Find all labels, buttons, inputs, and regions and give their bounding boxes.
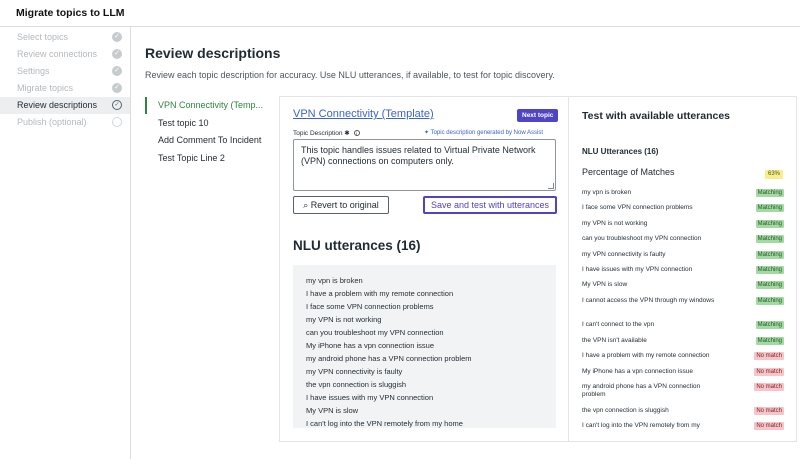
utterance-item: can you troubleshoot my VPN connection: [306, 328, 444, 337]
check-circle-icon: ✓: [112, 32, 122, 42]
generated-note: ✦ Topic description generated by Now Ass…: [424, 129, 543, 136]
save-and-test-button[interactable]: Save and test with utterances: [423, 196, 557, 214]
progress-circle-icon: ✓: [112, 100, 122, 110]
test-utterances-panel: Test with available utterances NLU Utter…: [568, 96, 797, 442]
sparkle-icon: ✦: [424, 130, 430, 136]
step-settings[interactable]: Settings ✓: [0, 63, 130, 80]
result-utterance: My iPhone has a vpn connection issue: [582, 368, 693, 375]
step-select-topics[interactable]: Select topics ✓: [0, 29, 130, 46]
description-text: This topic handles issues related to Vir…: [301, 145, 536, 166]
match-status-badge: No match: [754, 368, 784, 376]
utterance-item: My iPhone has a vpn connection issue: [306, 341, 434, 350]
match-status-badge: Matching: [755, 266, 784, 274]
nlu-utterance-count: NLU Utterances (16): [582, 147, 659, 156]
page-subtitle: Review each topic description for accura…: [145, 70, 555, 80]
topic-item-test-topic-10[interactable]: Test topic 10: [145, 115, 270, 132]
empty-circle-icon: [112, 117, 122, 127]
result-utterance: I have a problem with my remote connecti…: [582, 352, 710, 359]
steps-sidebar: Select topics ✓ Review connections ✓ Set…: [0, 27, 131, 459]
check-circle-icon: ✓: [112, 66, 122, 76]
description-editor-panel: VPN Connectivity (Template) Next topic T…: [279, 96, 568, 442]
utterance-item: My VPN is slow: [306, 406, 359, 415]
match-status-badge: No match: [754, 352, 784, 360]
utterance-list[interactable]: my vpn is broken I have a problem with m…: [293, 265, 556, 428]
match-status-badge: Matching: [755, 297, 784, 305]
result-utterance: can you troubleshoot my VPN connection: [582, 235, 702, 242]
result-utterance: I can't connect to the vpn: [582, 321, 655, 328]
step-review-descriptions[interactable]: Review descriptions ✓: [0, 97, 130, 114]
step-label: Settings: [17, 66, 50, 76]
topic-label: Add Comment To Incident: [158, 135, 262, 145]
utterance-item: I face some VPN connection problems: [306, 302, 434, 311]
match-percentage-badge: 63%: [765, 170, 784, 179]
step-label: Review descriptions: [17, 100, 98, 110]
result-utterance: my VPN connectivity is faulty: [582, 251, 666, 258]
result-utterance: the vpn connection is sluggish: [582, 407, 669, 414]
step-label: Select topics: [17, 32, 69, 42]
result-utterance: my android phone has a VPN connection pr…: [582, 383, 701, 398]
match-status-badge: Matching: [755, 251, 784, 259]
match-status-badge: No match: [754, 422, 784, 430]
topic-item-test-topic-line-2[interactable]: Test Topic Line 2: [145, 150, 270, 167]
step-publish[interactable]: Publish (optional): [0, 114, 130, 131]
result-utterance: I face some VPN connection problems: [582, 204, 693, 211]
match-status-badge: Matching: [755, 235, 784, 243]
app-title: Migrate topics to LLM: [16, 7, 125, 19]
revert-to-original-button[interactable]: ⌕ Revert to original: [293, 196, 389, 214]
next-topic-button[interactable]: Next topic: [517, 109, 559, 122]
topic-label: Test topic 10: [158, 118, 209, 128]
match-status-badge: Matching: [755, 204, 784, 212]
page-title: Review descriptions: [145, 45, 281, 61]
match-status-badge: Matching: [755, 189, 784, 197]
description-label: Topic Description ✱ i: [293, 129, 360, 137]
generated-note-text: Topic description generated by Now Assis…: [430, 130, 543, 136]
utterance-item: I have a problem with my remote connecti…: [306, 289, 454, 298]
info-icon[interactable]: i: [353, 130, 360, 136]
revert-icon: ⌕: [303, 200, 309, 210]
result-utterance: my VPN is not working: [582, 220, 648, 227]
match-status-badge: Matching: [755, 220, 784, 228]
topic-item-add-comment[interactable]: Add Comment To Incident: [145, 132, 270, 149]
result-utterance: my vpn is broken: [582, 189, 632, 196]
match-percentage-label: Percentage of Matches: [582, 167, 675, 177]
result-utterance: I cannot access the VPN through my windo…: [582, 297, 715, 304]
utterance-item: my android phone has a VPN connection pr…: [306, 354, 472, 363]
utterance-item: my vpn is broken: [306, 276, 363, 285]
match-status-badge: Matching: [755, 281, 784, 289]
description-textarea[interactable]: This topic handles issues related to Vir…: [293, 139, 556, 191]
result-utterance: I can't log into the VPN remotely from m…: [582, 422, 700, 429]
test-panel-title: Test with available utterances: [582, 110, 731, 122]
step-label: Review connections: [17, 49, 98, 59]
step-migrate-topics[interactable]: Migrate topics ✓: [0, 80, 130, 97]
resize-handle-icon[interactable]: [548, 183, 554, 189]
required-mark: ✱: [344, 130, 350, 137]
revert-label: Revert to original: [310, 200, 379, 210]
utterance-item: my VPN is not working: [306, 315, 382, 324]
result-utterance: the VPN isn't available: [582, 337, 647, 344]
utterance-item: I can't log into the VPN remotely from m…: [306, 419, 463, 428]
match-status-badge: Matching: [755, 321, 784, 329]
match-status-badge: No match: [754, 407, 784, 415]
utterance-item: the vpn connection is sluggish: [306, 380, 407, 389]
topic-item-vpn-connectivity[interactable]: VPN Connectivity (Temp...: [145, 97, 270, 114]
match-status-badge: No match: [754, 383, 784, 391]
nlu-utterances-title: NLU utterances (16): [293, 238, 421, 253]
result-utterance: My VPN is slow: [582, 281, 628, 288]
check-circle-icon: ✓: [112, 49, 122, 59]
step-label: Migrate topics: [17, 83, 74, 93]
topic-name-link[interactable]: VPN Connectivity (Template): [293, 108, 434, 120]
check-circle-icon: ✓: [112, 83, 122, 93]
description-label-text: Topic Description: [293, 130, 343, 137]
topic-label: Test Topic Line 2: [158, 153, 225, 163]
utterance-item: I have issues with my VPN connection: [306, 393, 434, 402]
top-bar: Migrate topics to LLM: [0, 0, 800, 27]
utterance-item: my VPN connectivity is faulty: [306, 367, 403, 376]
result-utterance: I have issues with my VPN connection: [582, 266, 693, 273]
match-status-badge: Matching: [755, 337, 784, 345]
step-review-connections[interactable]: Review connections ✓: [0, 46, 130, 63]
topic-label: VPN Connectivity (Temp...: [158, 100, 264, 110]
step-label: Publish (optional): [17, 117, 87, 127]
